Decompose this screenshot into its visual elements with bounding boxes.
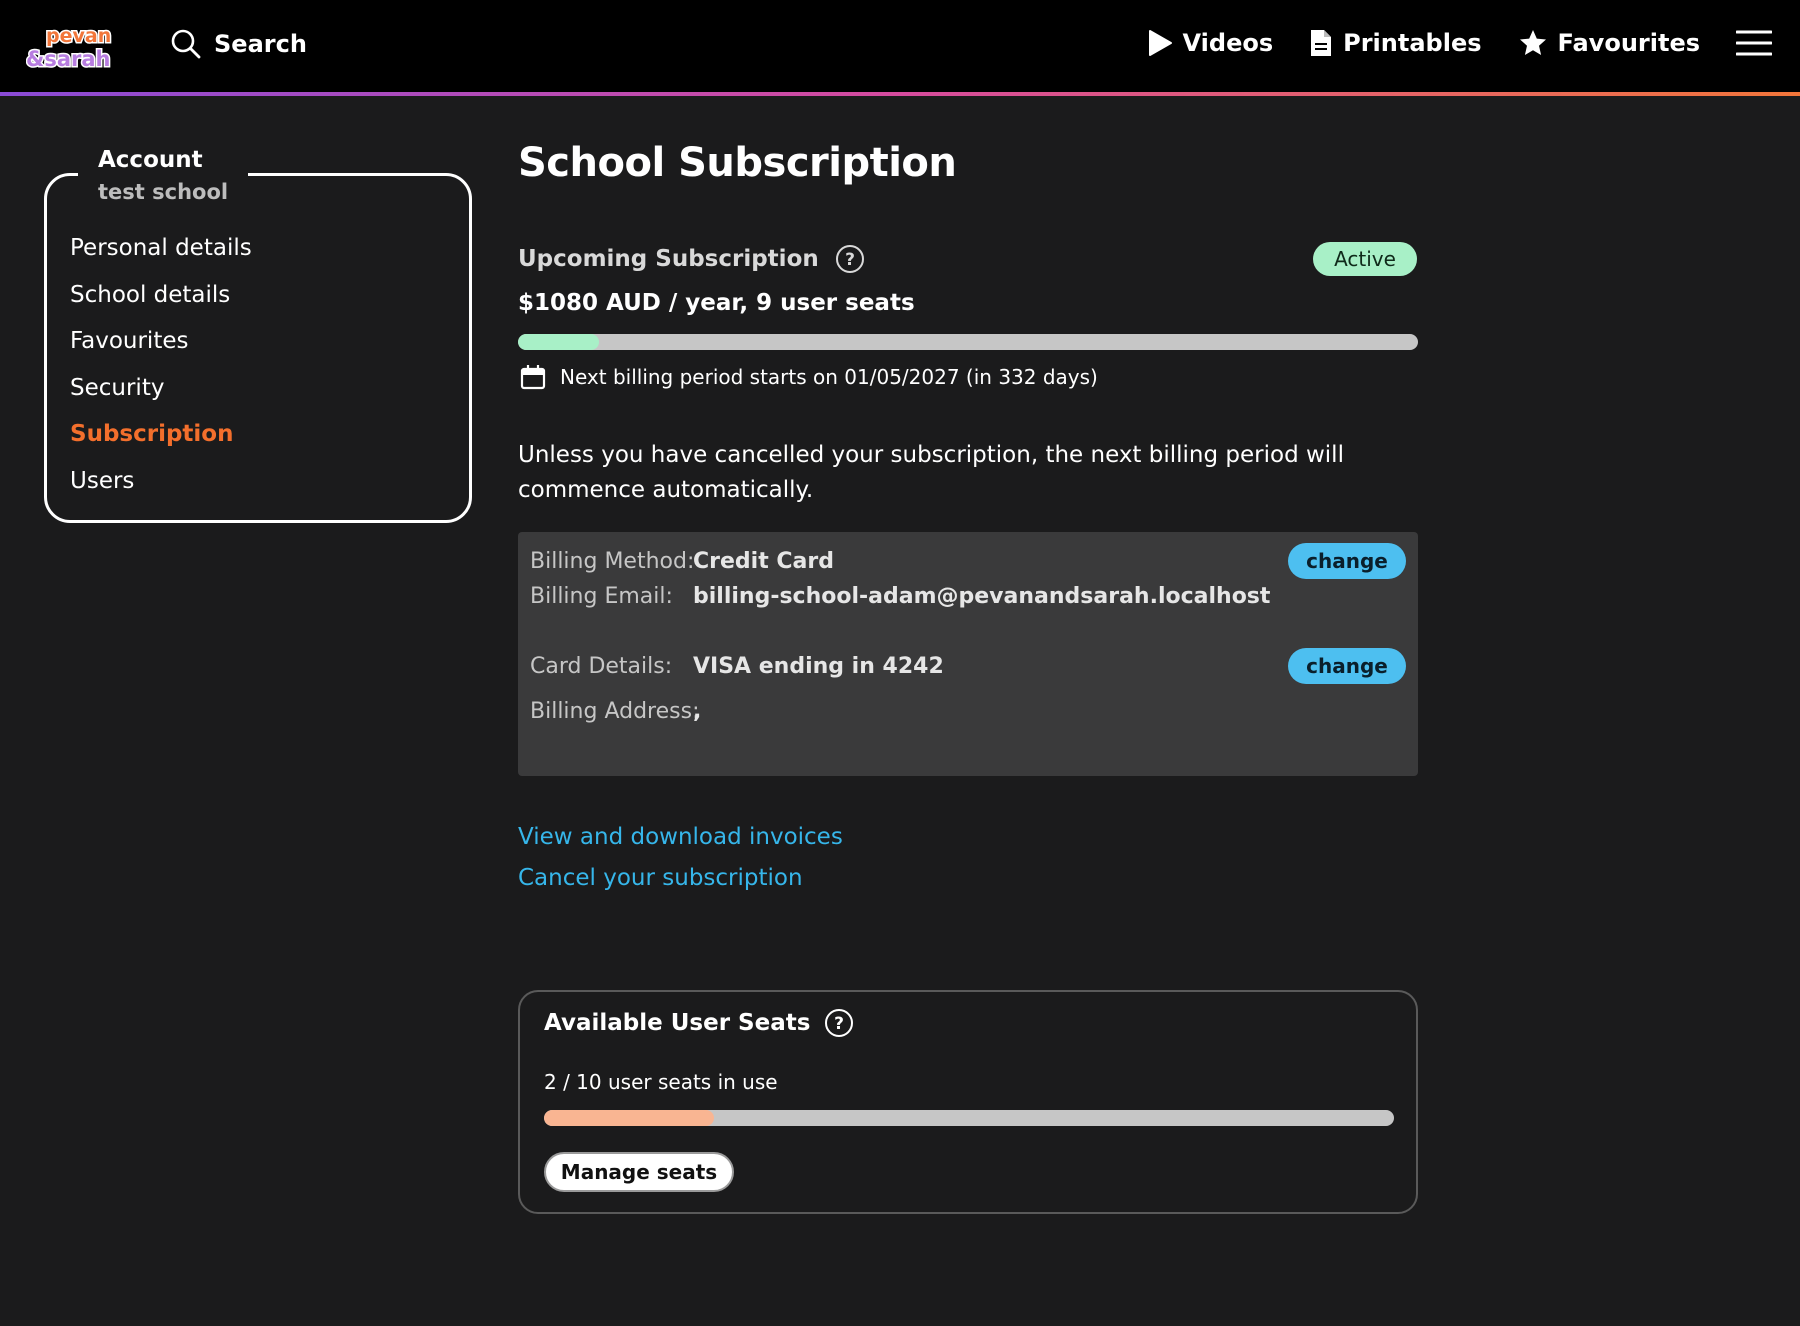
view-invoices-link[interactable]: View and download invoices <box>518 824 843 850</box>
svg-text:pevan: pevan <box>46 25 111 47</box>
sidebar-item-school-details[interactable]: School details <box>70 275 252 322</box>
card-details-label: Card Details: <box>530 654 673 679</box>
billing-details-panel: Billing Method: Credit Card Billing Emai… <box>518 532 1418 776</box>
help-icon[interactable]: ? <box>835 244 865 274</box>
billing-method-label: Billing Method: <box>530 549 695 574</box>
user-seats-progress <box>544 1110 1394 1126</box>
sidebar-item-subscription[interactable]: Subscription <box>70 414 252 461</box>
header-accent-line <box>0 92 1800 96</box>
billing-period-progress-fill <box>518 334 599 350</box>
billing-email-label: Billing Email: <box>530 584 673 609</box>
nav-favourites-label: Favourites <box>1557 29 1701 57</box>
card-details-row: Card Details: VISA ending in 4242 <box>530 649 944 684</box>
nav-videos-label: Videos <box>1182 29 1274 57</box>
star-icon <box>1519 30 1546 55</box>
billing-period-progress <box>518 334 1418 350</box>
upcoming-subscription-heading: Upcoming Subscription ? <box>518 244 865 274</box>
card-details-value: VISA ending in 4242 <box>693 654 944 679</box>
top-navigation-bar: pevan &sarah Search Videos Printables Fa… <box>0 0 1800 92</box>
hamburger-menu-icon[interactable] <box>1736 29 1772 57</box>
main-nav: Videos Printables Favourites <box>1147 28 1800 58</box>
billing-method-value: Credit Card <box>693 549 834 574</box>
billing-address-label-line1: Billing <box>530 699 598 724</box>
next-billing-info: Next billing period starts on 01/05/2027… <box>520 364 1098 390</box>
billing-address-row: Billing Address: , <box>530 694 702 729</box>
manage-seats-button[interactable]: Manage seats <box>544 1152 734 1192</box>
user-seats-progress-fill <box>544 1110 714 1126</box>
billing-address-value: , <box>693 699 702 724</box>
help-icon[interactable]: ? <box>824 1008 854 1038</box>
cancel-subscription-link[interactable]: Cancel your subscription <box>518 865 803 891</box>
sidebar-header: Account test school <box>78 144 249 208</box>
nav-printables-label: Printables <box>1343 29 1482 57</box>
search-button[interactable]: Search <box>170 28 307 60</box>
billing-method-row: Billing Method: Credit Card <box>530 544 834 579</box>
play-icon <box>1148 30 1172 56</box>
billing-email-row: Billing Email: billing-school-adam@pevan… <box>530 579 1270 614</box>
search-label: Search <box>214 30 307 58</box>
billing-email-value: billing-school-adam@pevanandsarah.localh… <box>693 584 1271 609</box>
user-seats-title: Available User Seats <box>544 1010 811 1036</box>
user-seats-heading: Available User Seats ? <box>544 1008 854 1038</box>
sidebar-title: Account <box>98 147 203 173</box>
svg-text:?: ? <box>834 1014 844 1034</box>
sidebar-menu: Personal details School details Favourit… <box>70 228 252 507</box>
svg-text:?: ? <box>845 250 855 270</box>
nav-printables[interactable]: Printables <box>1309 28 1482 58</box>
nav-videos[interactable]: Videos <box>1147 29 1274 57</box>
change-billing-method-button[interactable]: change <box>1288 543 1406 579</box>
billing-address-label-line2: Address: <box>604 699 700 724</box>
user-seats-usage: 2 / 10 user seats in use <box>544 1070 778 1094</box>
status-badge: Active <box>1313 242 1417 276</box>
change-card-button[interactable]: change <box>1288 648 1406 684</box>
svg-text:&sarah: &sarah <box>26 47 110 71</box>
next-billing-text: Next billing period starts on 01/05/2027… <box>560 365 1098 389</box>
document-icon <box>1311 30 1332 56</box>
sidebar-item-security[interactable]: Security <box>70 368 252 415</box>
page-title: School Subscription <box>518 140 957 186</box>
upcoming-subscription-label: Upcoming Subscription <box>518 246 819 272</box>
calendar-icon <box>520 365 546 390</box>
auto-renew-notice: Unless you have cancelled your subscript… <box>518 442 1344 503</box>
search-icon <box>171 29 201 59</box>
pevan-and-sarah-logo[interactable]: pevan &sarah <box>26 22 130 73</box>
sidebar-item-personal-details[interactable]: Personal details <box>70 228 252 275</box>
nav-favourites[interactable]: Favourites <box>1518 28 1701 58</box>
sidebar-item-favourites[interactable]: Favourites <box>70 321 252 368</box>
plan-summary: $1080 AUD / year, 9 user seats <box>518 290 915 316</box>
user-seats-card: Available User Seats ? 2 / 10 user seats… <box>518 990 1418 1214</box>
sidebar-subtitle: test school <box>98 180 229 204</box>
sidebar-item-users[interactable]: Users <box>70 461 252 508</box>
